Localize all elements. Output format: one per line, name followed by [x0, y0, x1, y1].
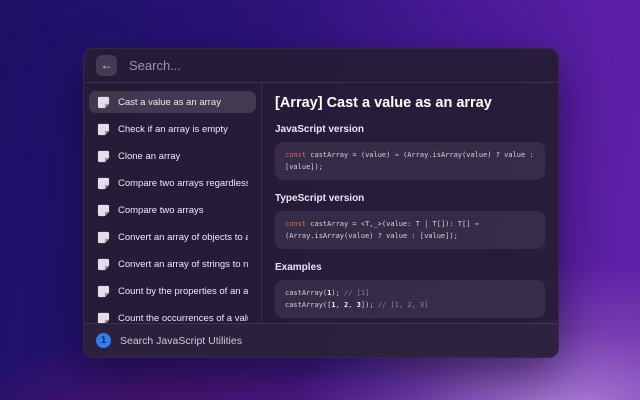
list-item[interactable]: Compare two arrays [89, 199, 256, 221]
desktop-background: ← Cast a value as an array Check if an ar… [0, 0, 640, 400]
note-icon [97, 312, 110, 324]
note-icon [97, 204, 110, 217]
detail-sections: JavaScript version const castArray = (val… [275, 124, 545, 318]
list-item[interactable]: Convert an array of objects to a... [89, 226, 256, 248]
note-icon [97, 123, 110, 136]
list-item[interactable]: Count the occurrences of a valu... [89, 307, 256, 323]
list-item[interactable]: Count by the properties of an ar... [89, 280, 256, 302]
list-item[interactable]: Convert an array of strings to n... [89, 253, 256, 275]
detail-panel: [Array] Cast a value as an array JavaScr… [262, 83, 558, 323]
extension-icon: 1 [96, 333, 111, 348]
list-item[interactable]: Check if an array is empty [89, 118, 256, 140]
code-block: const castArray = (value) ⇒ (Array.isArr… [275, 142, 545, 180]
list-item-label: Clone an array [118, 151, 180, 162]
section-heading: JavaScript version [275, 124, 545, 135]
list-item[interactable]: Clone an array [89, 145, 256, 167]
search-input[interactable] [127, 57, 546, 74]
content-area: Cast a value as an array Check if an arra… [84, 83, 558, 323]
status-bar: 1 Search JavaScript Utilities [84, 323, 558, 357]
section-heading: Examples [275, 262, 545, 273]
note-icon [97, 285, 110, 298]
note-icon [97, 96, 110, 109]
section-heading: TypeScript version [275, 193, 545, 204]
list-item-label: Cast a value as an array [118, 97, 221, 108]
search-bar: ← [84, 49, 558, 83]
back-arrow-icon: ← [101, 58, 113, 72]
note-icon [97, 150, 110, 163]
list-item-label: Count by the properties of an ar... [118, 286, 248, 297]
code-block: castArray(1); // [1]castArray([1, 2, 3])… [275, 280, 545, 318]
list-item-label: Compare two arrays regardless... [118, 178, 248, 189]
launcher-window: ← Cast a value as an array Check if an ar… [83, 48, 559, 358]
result-list: Cast a value as an array Check if an arra… [84, 83, 261, 323]
back-button[interactable]: ← [96, 55, 117, 76]
detail-title: [Array] Cast a value as an array [275, 95, 545, 111]
list-item[interactable]: Compare two arrays regardless... [89, 172, 256, 194]
list-item-label: Compare two arrays [118, 205, 204, 216]
code-block: const castArray = <T,_>(value: T | T[]):… [275, 211, 545, 249]
list-item-label: Convert an array of objects to a... [118, 232, 248, 243]
status-label: Search JavaScript Utilities [120, 335, 242, 347]
note-icon [97, 258, 110, 271]
note-icon [97, 231, 110, 244]
list-item-label: Convert an array of strings to n... [118, 259, 248, 270]
list-item-label: Check if an array is empty [118, 124, 228, 135]
list-item[interactable]: Cast a value as an array [89, 91, 256, 113]
list-item-label: Count the occurrences of a valu... [118, 313, 248, 324]
note-icon [97, 177, 110, 190]
